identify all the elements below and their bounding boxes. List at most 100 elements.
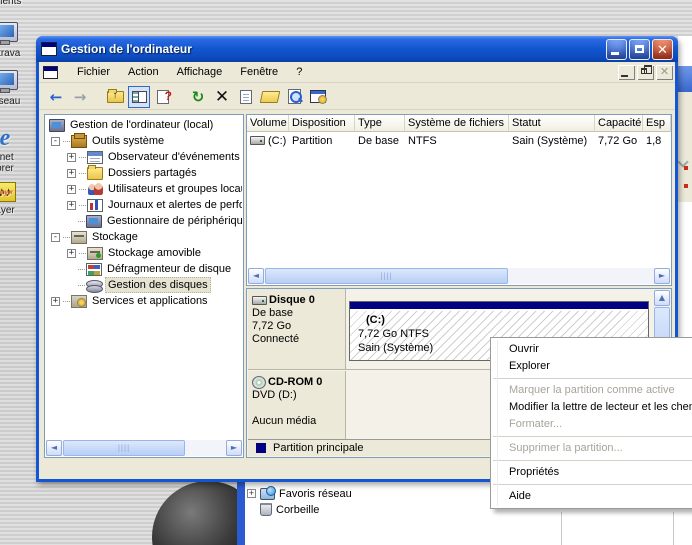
scrollbar-thumb[interactable]: ||||	[63, 440, 185, 456]
window-icon	[41, 42, 57, 56]
tree-item-journaux-alertes[interactable]: +Journaux et alertes de perfo	[47, 197, 242, 213]
tree-item-observateur-evenements[interactable]: +Observateur d'événements	[47, 149, 242, 165]
tree-item-stockage-amovible[interactable]: +Stockage amovible	[47, 245, 242, 261]
menu-item-supprimer-partition: Supprimer la partition...	[491, 440, 692, 457]
menu-item-explorer[interactable]: Explorer	[491, 358, 692, 375]
volume-row-c[interactable]: (C:) Partition De base NTFS Sain (Systèm…	[247, 132, 671, 149]
scroll-left-icon[interactable]: ◄	[248, 268, 264, 284]
refresh-button[interactable]: ↻	[187, 86, 209, 108]
delete-button[interactable]: ✕	[211, 86, 233, 108]
up-one-level-button[interactable]	[104, 86, 126, 108]
scrollbar-thumb[interactable]: ||||	[265, 268, 508, 284]
cd-icon	[252, 376, 266, 389]
desktop-icon-my-documents[interactable]: uments	[0, 0, 36, 7]
tree-item-utilisateurs-groupes[interactable]: +Utilisateurs et groupes locaux	[47, 181, 242, 197]
show-hide-console-tree-button[interactable]	[128, 86, 150, 108]
desktop-icon-internet-explorer[interactable]: e rnet orer	[0, 126, 36, 174]
minimize-icon	[621, 75, 628, 77]
menu-item-modifier-lettre-lecteur[interactable]: Modifier la lettre de lecteur et les che…	[491, 399, 692, 416]
expand-icon[interactable]: +	[67, 153, 76, 162]
expand-icon[interactable]: +	[67, 185, 76, 194]
tree-item-corbeille[interactable]: Corbeille	[276, 504, 319, 516]
volume-list-horizontal-scrollbar[interactable]: ◄ |||| ►	[248, 268, 670, 284]
desktop-icon-label: orer	[0, 163, 36, 174]
scroll-up-icon[interactable]: ▲	[654, 290, 670, 306]
forward-button[interactable]: →	[69, 86, 91, 108]
column-header-capacite[interactable]: Capacité	[595, 115, 643, 132]
child-restore-button[interactable]	[637, 65, 654, 80]
window-title: Gestion de l'ordinateur	[61, 42, 604, 56]
column-header-volume[interactable]: Volume	[247, 115, 289, 132]
menu-fichier[interactable]: Fichier	[68, 63, 119, 81]
console-icon	[43, 66, 58, 79]
menu-bar: Fichier Action Affichage Fenêtre ? ✕	[39, 62, 675, 83]
toolbar: ← → ↻ ✕	[39, 84, 675, 110]
menu-fenetre[interactable]: Fenêtre	[231, 63, 287, 81]
properties-button[interactable]	[235, 86, 257, 108]
expand-icon[interactable]: +	[51, 297, 60, 306]
minimize-button[interactable]	[606, 39, 627, 60]
scroll-left-icon[interactable]: ◄	[46, 440, 62, 456]
open-button[interactable]	[259, 86, 281, 108]
menu-action[interactable]: Action	[119, 63, 168, 81]
close-button[interactable]: ✕	[652, 39, 673, 60]
restore-icon	[641, 68, 647, 74]
cdrom-media: Aucun média	[252, 415, 341, 428]
menu-item-formater: Formater...	[491, 416, 692, 433]
tree-item-stockage[interactable]: -Stockage	[47, 229, 242, 245]
expand-icon[interactable]: +	[67, 249, 76, 258]
column-header-espace[interactable]: Esp	[643, 115, 671, 132]
network-places-icon	[260, 488, 275, 500]
tree-horizontal-scrollbar[interactable]: ◄ |||| ►	[46, 440, 242, 456]
cdrom-label-cell[interactable]: CD-ROM 0 DVD (D:) Aucun média	[248, 371, 346, 441]
child-minimize-button[interactable]	[618, 65, 635, 80]
expander-icon[interactable]: +	[247, 489, 256, 498]
tree-item-services-applications[interactable]: +Services et applications	[47, 293, 242, 309]
tree-item-dossiers-partages[interactable]: +Dossiers partagés	[47, 165, 242, 181]
view-button[interactable]	[283, 86, 305, 108]
column-header-type[interactable]: Type	[355, 115, 405, 132]
column-header-disposition[interactable]: Disposition	[289, 115, 355, 132]
tree-item-gestionnaire-peripheriques[interactable]: Gestionnaire de périphérique	[47, 213, 242, 229]
tree-item-outils-systeme[interactable]: -Outils système	[47, 133, 242, 149]
close-icon: ✕	[656, 65, 673, 80]
child-close-button[interactable]: ✕	[656, 65, 673, 80]
menu-item-aide[interactable]: Aide	[491, 488, 692, 505]
desktop-icon-label: uments	[0, 0, 36, 7]
collapse-icon[interactable]: -	[51, 233, 60, 242]
desktop-icon-network[interactable]: réseau	[0, 70, 36, 107]
menu-affichage[interactable]: Affichage	[168, 63, 232, 81]
tree-item-computer-management[interactable]: Gestion de l'ordinateur (local)	[47, 117, 242, 133]
expand-icon[interactable]: +	[67, 201, 76, 210]
computer-icon	[49, 119, 65, 132]
collapse-icon[interactable]: -	[51, 137, 60, 146]
column-divider	[673, 512, 674, 545]
scroll-right-icon[interactable]: ►	[226, 440, 242, 456]
expand-icon[interactable]: +	[67, 169, 76, 178]
desktop-icon-label: réseau	[0, 96, 36, 107]
menu-item-ouvrir[interactable]: Ouvrir	[491, 341, 692, 358]
disk0-label-cell[interactable]: Disque 0 De base 7,72 Go Connecté	[248, 289, 346, 369]
desktop-icon-label: e trava	[0, 48, 36, 59]
scroll-right-icon[interactable]: ►	[654, 268, 670, 284]
tree-item-gestion-des-disques[interactable]: Gestion des disques	[47, 277, 242, 293]
help-button[interactable]	[152, 86, 174, 108]
menu-separator	[493, 460, 692, 461]
tree-item-favoris-reseau[interactable]: Favoris réseau	[279, 488, 352, 500]
console-window-button[interactable]	[307, 86, 329, 108]
refresh-icon: ↻	[192, 88, 205, 106]
tree-item-defragmenteur[interactable]: Défragmenteur de disque	[47, 261, 242, 277]
internet-explorer-icon: e	[0, 126, 18, 150]
desktop-icon-my-computer[interactable]: e trava	[0, 22, 36, 59]
desktop-icon-media-player[interactable]: ♪♪Player ayer	[0, 182, 36, 216]
title-bar[interactable]: Gestion de l'ordinateur ✕	[36, 36, 678, 62]
back-button[interactable]: ←	[45, 86, 67, 108]
menu-item-proprietes[interactable]: Propriétés	[491, 464, 692, 481]
maximize-button[interactable]	[629, 39, 650, 60]
column-header-systeme-fichiers[interactable]: Système de fichiers	[405, 115, 509, 132]
event-viewer-icon	[87, 151, 103, 164]
column-header-statut[interactable]: Statut	[509, 115, 595, 132]
local-users-icon	[87, 183, 103, 196]
menu-aide[interactable]: ?	[287, 63, 311, 81]
defragmenter-icon	[86, 263, 102, 276]
